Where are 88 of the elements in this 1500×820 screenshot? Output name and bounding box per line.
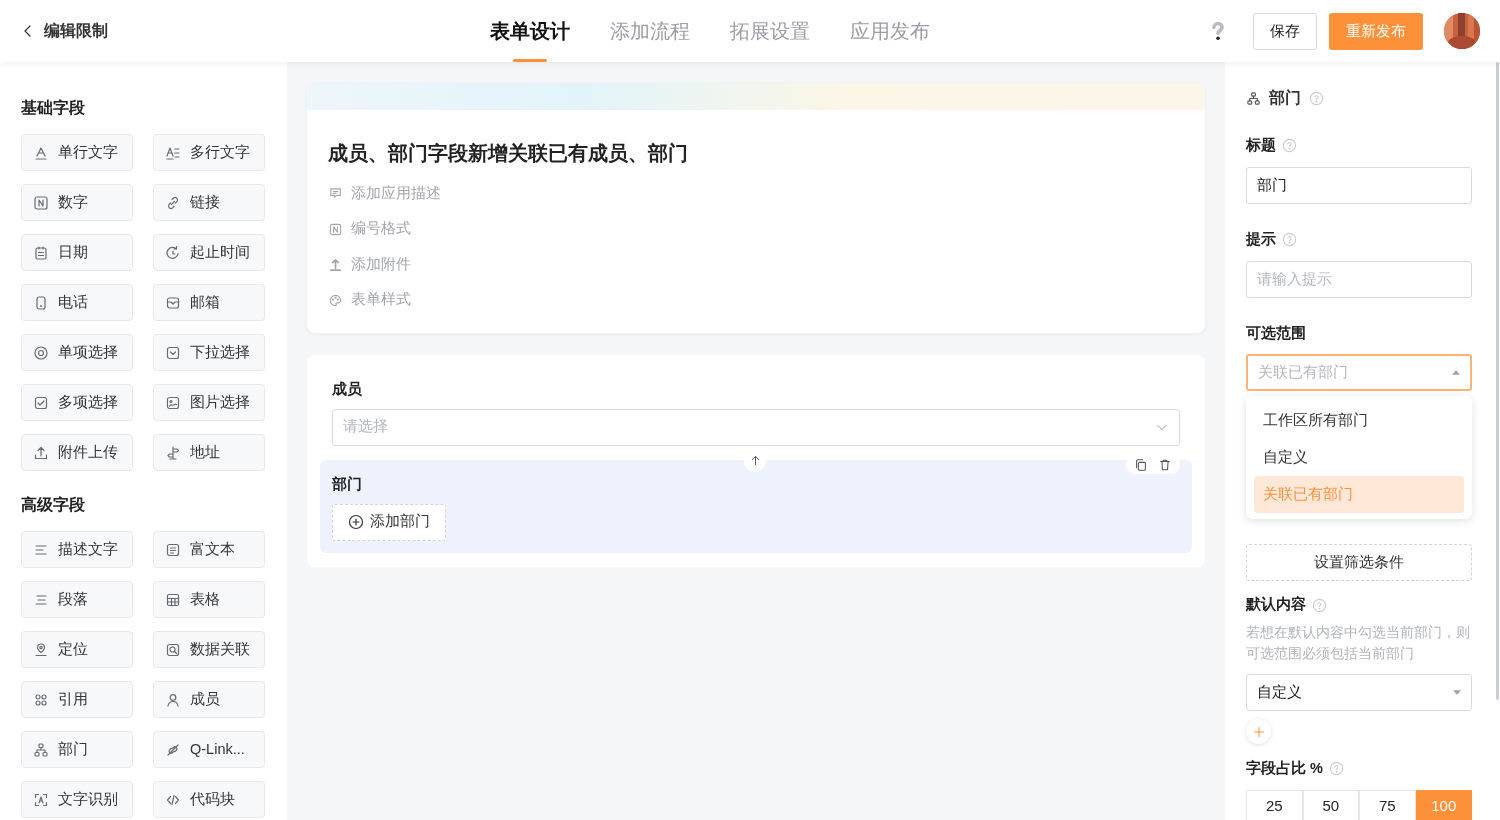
plus-icon xyxy=(1251,724,1266,739)
palette-icon xyxy=(328,292,343,308)
field-type-button[interactable]: 成员 xyxy=(153,681,265,718)
upload-icon xyxy=(33,444,49,461)
placeholder-text: 请选择 xyxy=(343,417,388,437)
field-label: 部门 xyxy=(332,474,363,494)
field-type-button[interactable]: 富文本 xyxy=(153,531,265,568)
field-type-button[interactable]: 多行文字 xyxy=(153,134,265,171)
field-type-button[interactable]: 图片选择 xyxy=(153,384,265,421)
field-type-button[interactable]: 起止时间 xyxy=(153,234,265,271)
field-type-button[interactable]: 表格 xyxy=(153,581,265,618)
field-type-button[interactable]: 定位 xyxy=(21,631,133,668)
field-label: 成员 xyxy=(332,380,363,399)
title-input[interactable]: 部门 xyxy=(1246,166,1472,204)
help-icon xyxy=(1309,90,1324,106)
add-department-button[interactable]: 添加部门 xyxy=(332,503,446,541)
dropdown-option[interactable]: 工作区所有部门 xyxy=(1254,402,1464,439)
field-label: 可选范围 xyxy=(1246,323,1306,343)
checkbox-icon xyxy=(33,394,49,411)
phone-icon xyxy=(33,294,49,311)
field-type-button[interactable]: 描述文字 xyxy=(21,531,133,568)
timer-icon xyxy=(165,244,181,261)
field-type-button[interactable]: 引用 xyxy=(21,681,133,718)
help-icon xyxy=(1328,761,1344,777)
field-type-button[interactable]: 代码块 xyxy=(153,781,265,818)
field-type-button[interactable]: 单项选择 xyxy=(21,334,133,371)
field-type-button[interactable]: 单行文字 xyxy=(21,134,133,171)
form-title: 成员、部门字段新增关联已有成员、部门 xyxy=(328,141,689,166)
help-icon xyxy=(1282,138,1297,154)
field-type-button[interactable]: 段落 xyxy=(21,581,133,618)
data-search-icon xyxy=(165,641,181,658)
org-chart-icon xyxy=(33,741,49,758)
field-type-button[interactable]: 日期 xyxy=(21,234,133,271)
width-option[interactable]: 25 xyxy=(1246,789,1303,820)
copy-icon[interactable] xyxy=(1134,457,1148,472)
signpost-icon xyxy=(165,444,181,461)
save-button[interactable]: 保存 xyxy=(1253,12,1317,50)
field-type-button[interactable]: 电话 xyxy=(21,284,133,321)
default-select[interactable]: 自定义 xyxy=(1246,674,1472,711)
mail-icon xyxy=(165,294,181,311)
field-type-button[interactable]: 数字 xyxy=(21,184,133,221)
field-type-button[interactable]: Q-Link... xyxy=(153,731,265,768)
number-icon xyxy=(33,194,49,211)
field-type-button[interactable]: 附件上传 xyxy=(21,434,133,471)
field-type-button[interactable]: 多项选择 xyxy=(21,384,133,421)
radio-icon xyxy=(33,344,49,361)
field-type-button[interactable]: 链接 xyxy=(153,184,265,221)
dropdown-option[interactable]: 自定义 xyxy=(1254,439,1464,476)
caret-up-icon xyxy=(1452,370,1460,376)
field-type-button[interactable]: 部门 xyxy=(21,731,133,768)
field-label: 提示 xyxy=(1246,229,1276,249)
help-icon xyxy=(1312,597,1327,613)
plus-circle-icon xyxy=(348,514,364,530)
field-label: 标题 xyxy=(1246,136,1276,155)
help-icon xyxy=(1282,232,1297,248)
number-icon xyxy=(328,221,343,237)
scan-icon xyxy=(33,791,49,808)
link-icon xyxy=(165,194,181,211)
width-option[interactable]: 75 xyxy=(1359,789,1416,820)
section-title: 基础字段 xyxy=(21,98,86,118)
nodes-icon xyxy=(33,691,49,708)
org-chart-icon xyxy=(1246,90,1261,106)
field-type-button[interactable]: 下拉选择 xyxy=(153,334,265,371)
document-icon xyxy=(165,541,181,558)
width-option[interactable]: 50 xyxy=(1302,789,1359,820)
field-type-button[interactable]: 邮箱 xyxy=(153,284,265,321)
filter-button[interactable]: 设置筛选条件 xyxy=(1246,544,1472,582)
page-title: 编辑限制 xyxy=(44,21,108,41)
person-icon xyxy=(165,691,181,708)
trash-icon[interactable] xyxy=(1158,457,1172,472)
field-label: 默认内容 xyxy=(1246,595,1306,615)
panel-title: 部门 xyxy=(1269,88,1301,108)
field-label: 字段占比 % xyxy=(1246,759,1323,778)
hint-input[interactable]: 请输入提示 xyxy=(1246,260,1472,298)
tab[interactable]: 表单设计 xyxy=(490,0,570,62)
field-type-button[interactable]: 文字识别 xyxy=(21,781,133,818)
field-type-button[interactable]: 地址 xyxy=(153,434,265,471)
caret-down-icon xyxy=(1453,690,1461,695)
table-icon xyxy=(165,591,181,608)
dropdown-icon xyxy=(165,344,181,361)
location-pin-icon xyxy=(33,641,49,658)
image-icon xyxy=(165,394,181,411)
hint-text: 若想在默认内容中勾选当前部门，则可选范围必须包括当前部门 xyxy=(1246,624,1471,663)
calendar-icon xyxy=(33,244,49,261)
scrollbar[interactable] xyxy=(1496,62,1499,700)
field-type-button[interactable]: 数据关联 xyxy=(153,631,265,668)
upload-icon xyxy=(328,257,343,273)
section-title: 高级字段 xyxy=(21,495,86,515)
